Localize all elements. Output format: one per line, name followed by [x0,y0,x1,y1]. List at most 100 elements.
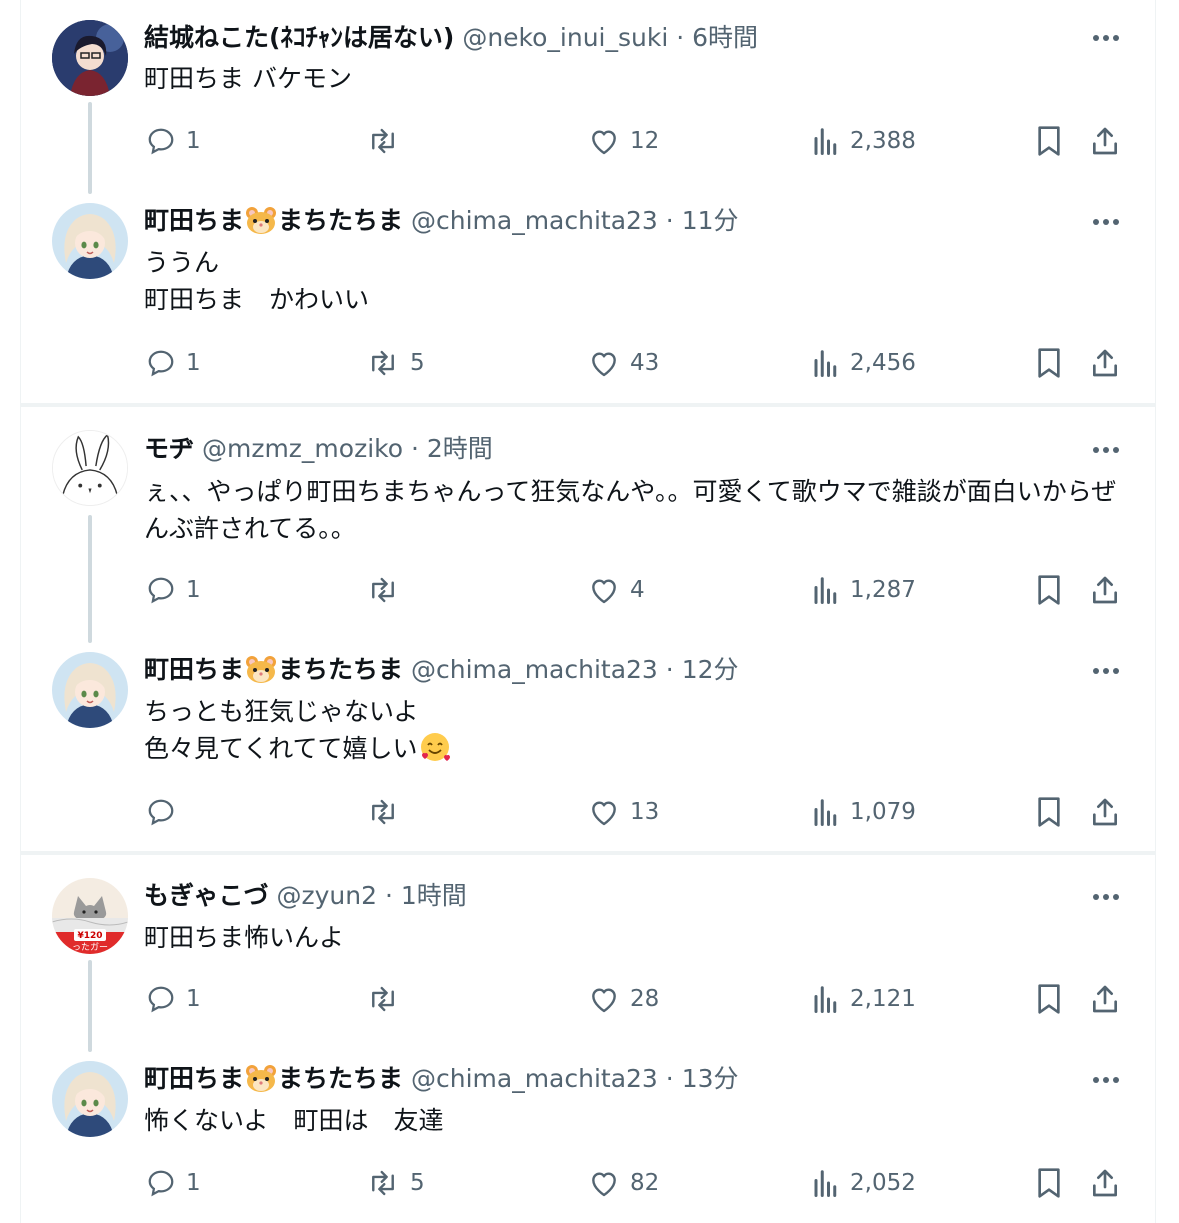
timestamp[interactable]: 12分 [682,655,739,684]
timestamp[interactable]: 1時間 [401,881,467,910]
repost-button[interactable] [366,572,410,608]
post-text: 町田ちま バケモン [144,64,352,93]
more-options-icon[interactable] [1086,1064,1126,1096]
bookmark-button[interactable] [1035,794,1063,830]
separator-dot: · [665,1064,674,1093]
handle[interactable]: @chima_machita23 [411,206,658,235]
share-button[interactable] [1089,1165,1121,1201]
thread-connector [88,960,92,1052]
share-icon [1089,574,1121,606]
repost-button[interactable] [366,981,410,1017]
heart-icon [588,797,620,827]
reply-button[interactable]: 1 [146,572,201,608]
share-button[interactable] [1089,572,1121,608]
bookmark-icon [1035,1167,1063,1199]
views-button[interactable]: 2,052 [812,1165,916,1201]
timestamp[interactable]: 2時間 [427,434,493,463]
repost-button[interactable]: 5 [366,1165,425,1201]
svg-text:ったガー: ったガー [72,942,108,953]
thread-connector [88,102,92,194]
like-button[interactable]: 82 [588,1165,659,1201]
share-button[interactable] [1089,794,1121,830]
handle[interactable]: @neko_inui_suki [462,23,668,52]
reply-count: 1 [186,128,201,154]
views-button[interactable]: 2,388 [812,123,916,159]
share-icon [1089,1167,1121,1199]
more-options-icon[interactable] [1086,881,1126,913]
share-button[interactable] [1089,981,1121,1017]
like-button[interactable]: 28 [588,981,659,1017]
handle[interactable]: @mzmz_moziko [202,434,403,463]
heart-icon [588,348,620,378]
views-icon [812,575,840,605]
handle[interactable]: @chima_machita23 [411,1064,658,1093]
bookmark-button[interactable] [1035,981,1063,1017]
more-options-icon[interactable] [1086,22,1126,54]
like-count: 12 [630,128,660,154]
heart-icon [588,1168,620,1198]
repost-button[interactable] [366,123,410,159]
like-count: 13 [630,799,660,825]
display-name[interactable]: 町田ちま まちたちま [144,206,403,235]
reply-button[interactable]: 1 [146,123,201,159]
display-name[interactable]: 町田ちま まちたちま [144,1064,403,1093]
more-options-icon[interactable] [1086,434,1126,466]
like-button[interactable]: 12 [588,123,659,159]
views-button[interactable]: 2,121 [812,981,916,1017]
avatar[interactable]: ¥120 ったガー [52,878,128,954]
post-header: もぎゃこづ @zyun2 · 1時間 [144,880,467,912]
display-name[interactable]: 町田ちま まちたちま [144,655,403,684]
like-count: 28 [630,986,660,1012]
views-count: 1,287 [850,577,916,603]
display-name[interactable]: 結城ねこた(ﾈｺﾁｬﾝは居ない) [144,23,454,52]
avatar[interactable] [52,20,128,96]
views-count: 2,456 [850,350,916,376]
separator-dot: · [665,655,674,684]
thread-connector [88,515,92,643]
avatar[interactable] [52,430,128,506]
handle[interactable]: @zyun2 [276,881,377,910]
post-text: 怖くないよ 町田は 友達 [144,1106,444,1135]
reply-button[interactable]: 1 [146,345,201,381]
bookmark-button[interactable] [1035,123,1063,159]
avatar[interactable] [52,1061,128,1137]
repost-icon [366,1168,400,1198]
smiling-face-with-hearts-icon [418,731,452,773]
more-options-icon[interactable] [1086,206,1126,238]
timestamp[interactable]: 11分 [682,206,739,235]
display-name[interactable]: モヂ [144,434,194,463]
share-button[interactable] [1089,345,1121,381]
svg-text:¥120: ¥120 [77,931,102,941]
reply-icon [146,575,176,605]
views-button[interactable]: 1,079 [812,794,916,830]
reply-icon [146,984,176,1014]
timestamp[interactable]: 13分 [682,1064,739,1093]
handle[interactable]: @chima_machita23 [411,655,658,684]
hamster-emoji-icon [244,205,278,243]
bookmark-button[interactable] [1035,572,1063,608]
views-button[interactable]: 1,287 [812,572,916,608]
bookmark-icon [1035,347,1063,379]
views-button[interactable]: 2,456 [812,345,916,381]
like-button[interactable]: 13 [588,794,659,830]
timestamp[interactable]: 6時間 [692,23,758,52]
reply-button[interactable]: 1 [146,1165,201,1201]
like-count: 82 [630,1170,660,1196]
bookmark-button[interactable] [1035,345,1063,381]
like-button[interactable]: 43 [588,345,659,381]
repost-button[interactable]: 5 [366,345,425,381]
share-button[interactable] [1089,123,1121,159]
reply-button[interactable]: 1 [146,981,201,1017]
repost-button[interactable] [366,794,410,830]
avatar[interactable] [52,203,128,279]
bookmark-button[interactable] [1035,1165,1063,1201]
more-options-icon[interactable] [1086,655,1126,687]
avatar[interactable] [52,652,128,728]
reply-icon [146,126,176,156]
like-button[interactable]: 4 [588,572,645,608]
reply-button[interactable] [146,794,186,830]
display-name[interactable]: もぎゃこづ [144,881,269,910]
reply-count: 1 [186,986,201,1012]
share-icon [1089,125,1121,157]
thread-divider [20,403,1156,407]
